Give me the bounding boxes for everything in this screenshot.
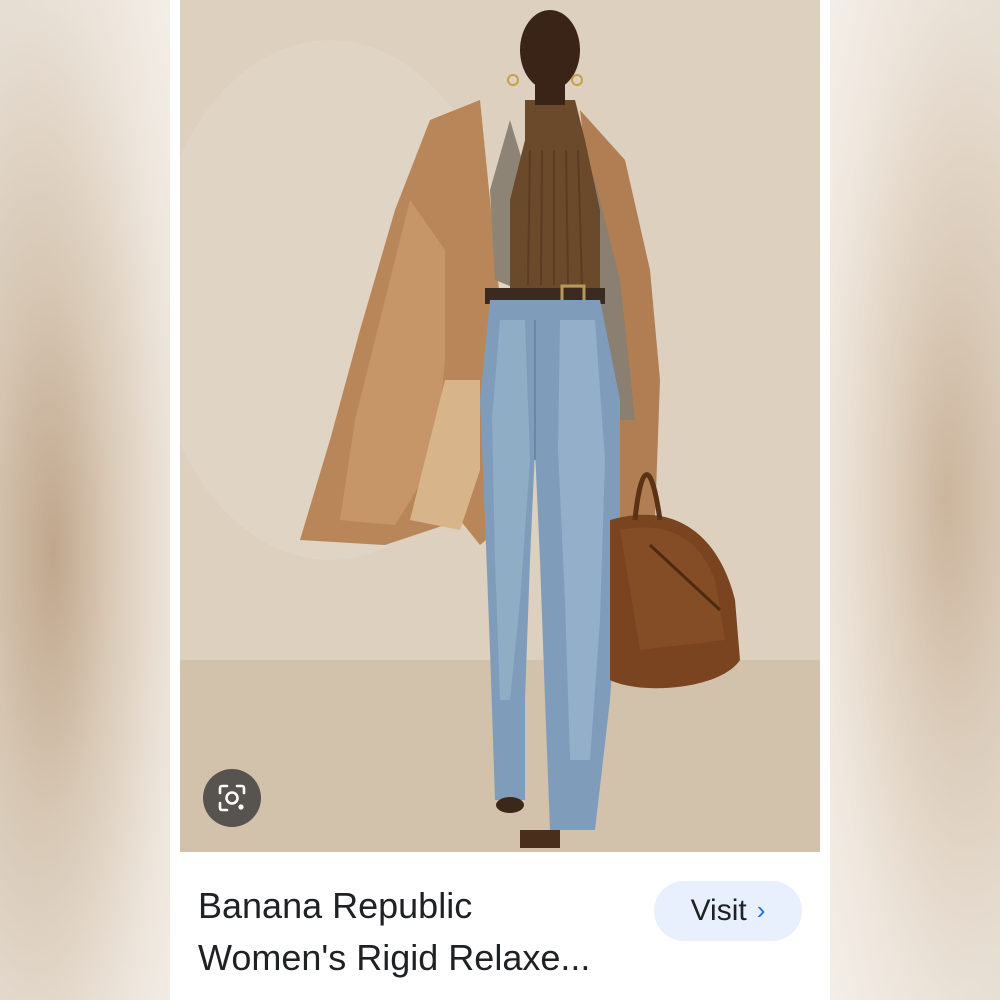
product-photo[interactable] <box>180 0 820 852</box>
google-lens-icon <box>218 784 246 812</box>
visit-button-label: Visit <box>690 894 747 927</box>
blurred-background-right <box>820 0 1000 1000</box>
visit-button[interactable]: Visit › <box>654 881 802 941</box>
result-title[interactable]: Banana Republic Women's Rigid Relaxe... <box>198 880 648 984</box>
image-result-card[interactable]: Banana Republic Women's Rigid Relaxe... … <box>170 0 830 1000</box>
result-title-line-2: Women's Rigid Relaxe... <box>198 937 591 978</box>
google-lens-button[interactable] <box>203 769 261 827</box>
chevron-right-icon: › <box>756 895 766 925</box>
screenshot-canvas: Banana Republic Women's Rigid Relaxe... … <box>0 0 1000 1000</box>
result-title-line-1: Banana Republic <box>198 885 473 926</box>
blurred-background-left <box>0 0 180 1000</box>
